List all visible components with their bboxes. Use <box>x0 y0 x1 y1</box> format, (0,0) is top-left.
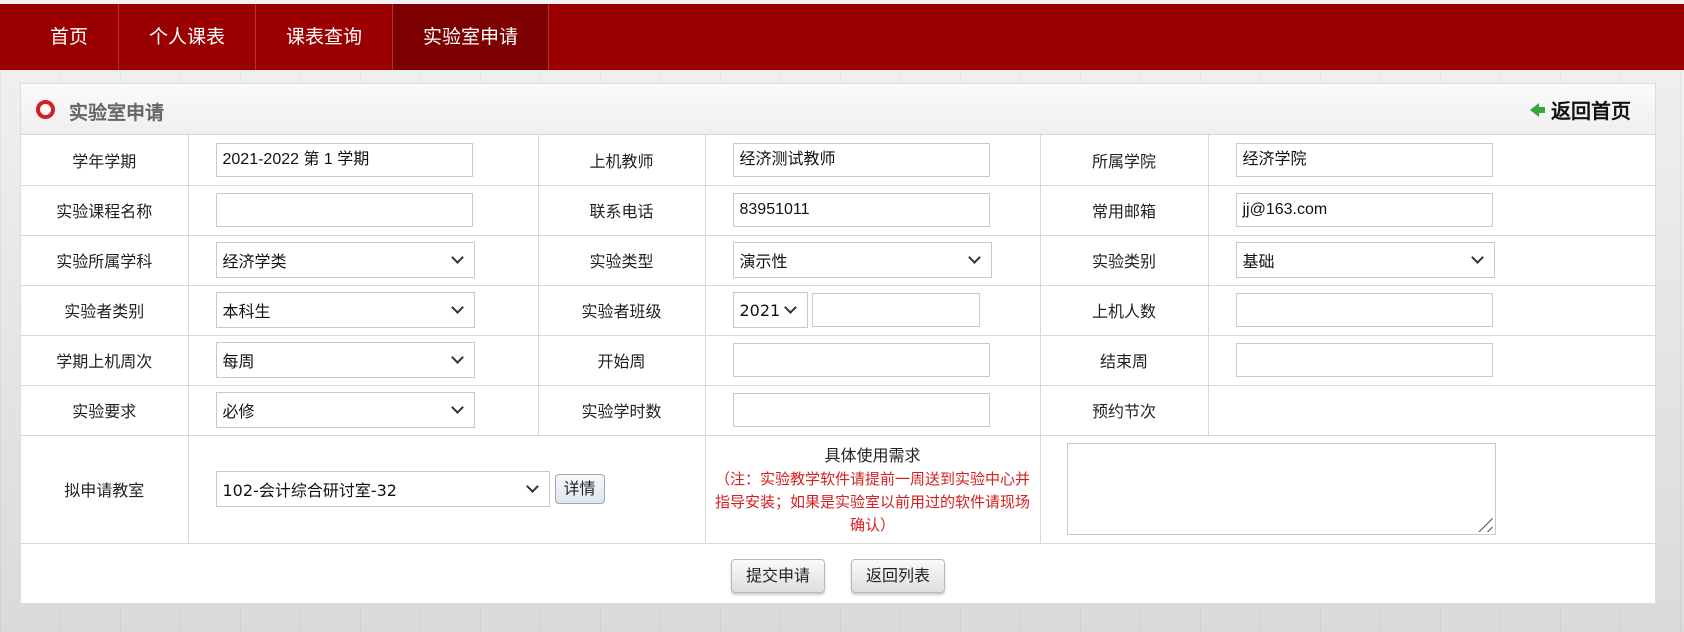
requirement-select[interactable]: 必修 <box>215 392 475 428</box>
form-row: 学期上机周次 每周 开始周 结束周 <box>21 334 1657 386</box>
student-type-select[interactable]: 本科生 <box>215 292 475 328</box>
back-list-button[interactable]: 返回列表 <box>851 558 946 593</box>
student-type-label: 实验者类别 <box>21 284 189 336</box>
exp-type-label: 实验类型 <box>537 234 706 286</box>
subject-label: 实验所属学科 <box>21 234 189 286</box>
form-row: 实验所属学科 经济学类 实验类型 演示性 实验类别 基础 <box>21 234 1657 286</box>
teacher-label: 上机教师 <box>537 135 706 186</box>
class-label: 实验者班级 <box>537 284 706 336</box>
submit-button[interactable]: 提交申请 <box>730 558 825 593</box>
form-row: 学年学期 2021-2022 第 1 学期 上机教师 经济测试教师 所属学院 经… <box>21 135 1657 186</box>
needs-textarea-cell <box>1039 434 1657 544</box>
room-detail-button[interactable]: 详情 <box>554 474 605 504</box>
start-week-label: 开始周 <box>537 334 706 386</box>
panel-title: 实验室申请 <box>69 102 165 124</box>
frequency-select-value: 每周 <box>222 352 255 371</box>
exp-category-select[interactable]: 基础 <box>1235 242 1495 278</box>
term-input[interactable]: 2021-2022 第 1 学期 <box>215 142 473 177</box>
back-home-link[interactable]: 返回首页 <box>1530 95 1631 124</box>
form-row: 实验课程名称 联系电话 83951011 常用邮箱 jj@163.com <box>21 184 1657 236</box>
nav-lab-application[interactable]: 实验室申请 <box>393 4 550 70</box>
class-year-select-value: 2021 <box>739 300 781 320</box>
chevron-down-icon <box>783 301 797 314</box>
lab-application-panel: 实验室申请 返回首页 学年学期 2021-2022 第 1 学期 上机教师 经济… <box>20 83 1657 604</box>
resize-grip-icon[interactable] <box>1474 514 1493 532</box>
hours-label: 实验学时数 <box>537 384 706 436</box>
nav-schedule-query[interactable]: 课表查询 <box>256 4 394 70</box>
subject-select-value: 经济学类 <box>222 252 287 271</box>
circle-bullet-icon <box>36 100 55 119</box>
exp-type-select[interactable]: 演示性 <box>732 242 992 278</box>
chevron-down-icon <box>450 301 464 314</box>
phone-label: 联系电话 <box>537 184 706 236</box>
room-select[interactable]: 102-会计综合研讨室-32 <box>215 471 550 507</box>
top-navigation: 首页 个人课表 课表查询 实验室申请 <box>0 4 1684 70</box>
chevron-down-icon <box>450 351 464 364</box>
room-label: 拟申请教室 <box>21 434 189 544</box>
requirement-select-value: 必修 <box>222 402 255 421</box>
email-label: 常用邮箱 <box>1039 184 1209 236</box>
email-input[interactable]: jj@163.com <box>1235 193 1493 227</box>
back-arrow-icon <box>1530 102 1539 117</box>
back-arrow-tail-icon <box>1539 106 1545 113</box>
room-select-value: 102-会计综合研讨室-32 <box>222 481 397 500</box>
form-row: 拟申请教室 102-会计综合研讨室-32 详情 具体使用需求 （注：实验教学软件请… <box>21 434 1657 544</box>
frequency-label: 学期上机周次 <box>21 334 189 386</box>
needs-title: 具体使用需求 <box>824 445 921 465</box>
headcount-label: 上机人数 <box>1039 284 1209 336</box>
chevron-down-icon <box>450 251 464 264</box>
class-year-select[interactable]: 2021 <box>732 292 808 328</box>
nav-personal-schedule[interactable]: 个人课表 <box>119 4 257 70</box>
subject-select[interactable]: 经济学类 <box>215 242 475 278</box>
needs-textarea[interactable] <box>1066 443 1496 535</box>
college-label: 所属学院 <box>1039 135 1209 186</box>
exp-category-label: 实验类别 <box>1039 234 1209 286</box>
form-row: 实验者类别 本科生 实验者班级 2021 上机人数 <box>21 284 1657 336</box>
application-form: 学年学期 2021-2022 第 1 学期 上机教师 经济测试教师 所属学院 经… <box>21 135 1657 544</box>
student-type-select-value: 本科生 <box>222 302 271 321</box>
phone-input[interactable]: 83951011 <box>732 193 990 227</box>
class-name-input[interactable] <box>811 293 980 327</box>
requirement-label: 实验要求 <box>21 384 189 436</box>
college-input[interactable]: 经济学院 <box>1235 142 1493 177</box>
periods-value <box>1207 384 1657 436</box>
chevron-down-icon <box>525 480 539 493</box>
hours-input[interactable] <box>732 393 990 427</box>
headcount-input[interactable] <box>1235 293 1493 327</box>
end-week-label: 结束周 <box>1039 334 1209 386</box>
term-label: 学年学期 <box>21 135 189 186</box>
course-name-label: 实验课程名称 <box>21 184 189 236</box>
chevron-down-icon <box>1470 251 1484 264</box>
frequency-select[interactable]: 每周 <box>215 342 475 378</box>
panel-header: 实验室申请 返回首页 <box>21 84 1655 135</box>
chevron-down-icon <box>967 251 981 264</box>
form-row: 实验要求 必修 实验学时数 预约节次 <box>21 384 1657 436</box>
needs-note-cell: 具体使用需求 （注：实验教学软件请提前一周送到实验中心并指导安装；如果是实验室以… <box>704 434 1041 544</box>
back-home-label: 返回首页 <box>1551 99 1631 123</box>
periods-label: 预约节次 <box>1039 384 1209 436</box>
course-name-input[interactable] <box>215 193 473 227</box>
nav-home[interactable]: 首页 <box>0 4 120 70</box>
needs-note: （注：实验教学软件请提前一周送到实验中心并指导安装；如果是实验室以前用过的软件请… <box>714 469 1030 534</box>
exp-type-select-value: 演示性 <box>739 252 788 271</box>
start-week-input[interactable] <box>732 343 990 377</box>
teacher-input[interactable]: 经济测试教师 <box>732 142 990 177</box>
form-actions: 提交申请 返回列表 <box>21 544 1655 608</box>
chevron-down-icon <box>450 401 464 414</box>
end-week-input[interactable] <box>1235 343 1493 377</box>
exp-category-select-value: 基础 <box>1242 252 1275 271</box>
